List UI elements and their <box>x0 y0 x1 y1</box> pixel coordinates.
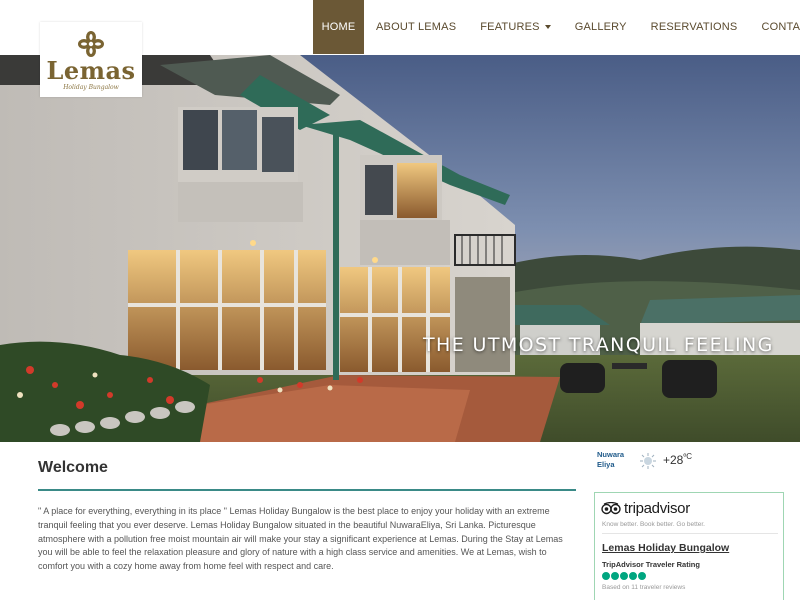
nav-reservations[interactable]: RESERVATIONS <box>639 0 750 54</box>
welcome-paragraph: " A place for everything, everything in … <box>38 506 563 572</box>
hero-banner: THE UTMOST TRANQUIL FEELING <box>0 55 800 442</box>
hero-image <box>0 55 800 442</box>
caret-down-icon <box>544 25 551 29</box>
nav-about-lemas[interactable]: ABOUT LEMAS <box>364 0 468 54</box>
weather-temperature: +28ºC <box>663 452 693 467</box>
weather-city: Nuwara Eliya <box>597 450 625 469</box>
tripadvisor-review-count: Based on 11 traveler reviews <box>602 584 686 591</box>
tripadvisor-tagline: Know better. Book better. Go better. <box>602 521 705 528</box>
rating-bubble-icon <box>620 572 628 580</box>
tripadvisor-divider <box>602 533 778 534</box>
rating-bubble-icon <box>629 572 637 580</box>
welcome-divider <box>38 489 576 491</box>
nav-features[interactable]: FEATURES <box>468 0 562 54</box>
tripadvisor-widget: tripadvisor Know better. Book better. Go… <box>594 492 784 600</box>
nav-gallery[interactable]: GALLERY <box>563 0 639 54</box>
rating-bubble-icon <box>638 572 646 580</box>
weather-widget[interactable]: Nuwara Eliya +28ºC <box>597 449 707 475</box>
nav-home[interactable]: HOME <box>313 0 364 54</box>
hero-caption: THE UTMOST TRANQUIL FEELING <box>423 334 774 356</box>
logo-subtitle: Holiday Bungalow <box>63 84 119 91</box>
tripadvisor-brand: tripadvisor <box>624 500 690 517</box>
nav-contact-us[interactable]: CONTACT US <box>749 0 800 54</box>
welcome-heading: Welcome <box>38 459 108 476</box>
rating-bubble-icon <box>602 572 610 580</box>
site-logo[interactable]: Lemas Holiday Bungalow <box>40 22 142 97</box>
tripadvisor-rating-label: TripAdvisor Traveler Rating <box>602 560 700 569</box>
rating-bubble-icon <box>611 572 619 580</box>
cloudy-weather-icon <box>640 453 656 469</box>
logo-wordmark: Lemas <box>46 56 136 85</box>
tripadvisor-property-link[interactable]: Lemas Holiday Bungalow <box>602 542 729 554</box>
tripadvisor-logo[interactable]: tripadvisor <box>601 500 690 517</box>
tripadvisor-owl-icon <box>601 502 621 515</box>
main-nav: HOME ABOUT LEMAS FEATURES GALLERY RESERV… <box>313 0 800 54</box>
tripadvisor-rating-bubbles <box>602 572 646 580</box>
